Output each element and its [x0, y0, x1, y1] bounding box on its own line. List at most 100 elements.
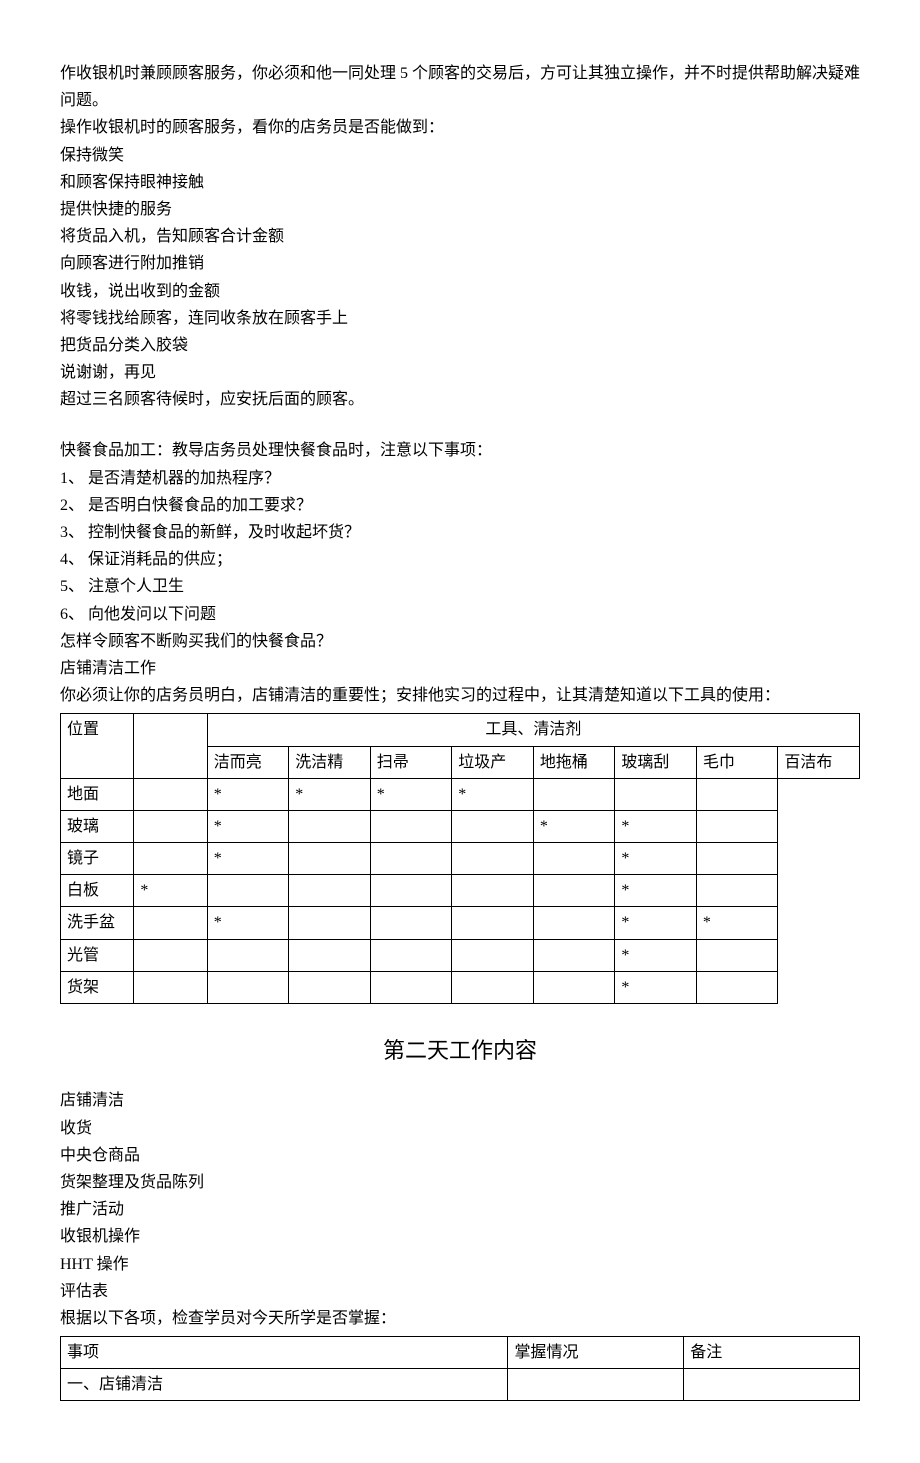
cell [134, 907, 207, 939]
cell [289, 907, 371, 939]
row-label: 货架 [61, 971, 134, 1003]
body-text: 保持微笑 [60, 142, 860, 169]
body-text: 把货品分类入胶袋 [60, 332, 860, 359]
cell: * [134, 875, 207, 907]
cell: * [207, 778, 289, 810]
list-item: 5、 注意个人卫生 [60, 573, 860, 600]
col-label: 毛巾 [696, 746, 778, 778]
cell [533, 971, 615, 1003]
cell [533, 907, 615, 939]
assessment-table: 事项 掌握情况 备注 一、店铺清洁 [60, 1336, 860, 1401]
cell: * [615, 939, 697, 971]
col-item: 事项 [61, 1337, 508, 1369]
cell [452, 971, 534, 1003]
row-label: 白板 [61, 875, 134, 907]
cell: * [615, 907, 697, 939]
table-row: 镜子 * * [61, 843, 860, 875]
body-text: 推广活动 [60, 1196, 860, 1223]
cell [696, 939, 778, 971]
cell [533, 939, 615, 971]
cell [134, 939, 207, 971]
list-item: 6、 向他发问以下问题 [60, 601, 860, 628]
cell [289, 939, 371, 971]
cell [370, 907, 452, 939]
col-label: 扫帚 [370, 746, 452, 778]
body-text: HHT 操作 [60, 1251, 860, 1278]
cell [533, 843, 615, 875]
cell [134, 778, 207, 810]
cell [696, 810, 778, 842]
body-text: 向顾客进行附加推销 [60, 250, 860, 277]
cell [684, 1369, 860, 1401]
col-position: 位置 [61, 714, 134, 778]
body-text: 货架整理及货品陈列 [60, 1169, 860, 1196]
cell: * [207, 907, 289, 939]
row-label: 镜子 [61, 843, 134, 875]
row-label: 光管 [61, 939, 134, 971]
cell: * [207, 843, 289, 875]
cell [134, 843, 207, 875]
body-text: 提供快捷的服务 [60, 196, 860, 223]
body-text: 中央仓商品 [60, 1142, 860, 1169]
body-text: 将货品入机，告知顾客合计金额 [60, 223, 860, 250]
body-text: 作收银机时兼顾顾客服务，你必须和他一同处理 5 个顾客的交易后，方可让其独立操作… [60, 60, 860, 114]
cell: * [696, 907, 778, 939]
col-status: 掌握情况 [508, 1337, 684, 1369]
cell [452, 939, 534, 971]
col-empty [134, 714, 207, 778]
body-text: 说谢谢，再见 [60, 359, 860, 386]
cell: * [533, 810, 615, 842]
cell [452, 843, 534, 875]
cell [452, 810, 534, 842]
cell: * [289, 778, 371, 810]
tools-table: 位置 工具、清洁剂 洁而亮 洗洁精 扫帚 垃圾产 地拖桶 玻璃刮 毛巾 百洁布 … [60, 713, 860, 1004]
cell: * [452, 778, 534, 810]
body-text: 怎样令顾客不断购买我们的快餐食品？ [60, 628, 860, 655]
col-label: 洁而亮 [207, 746, 289, 778]
cell [696, 778, 778, 810]
cell: * [207, 810, 289, 842]
col-label: 百洁布 [778, 746, 860, 778]
table-header-row: 事项 掌握情况 备注 [61, 1337, 860, 1369]
body-text: 操作收银机时的顾客服务，看你的店务员是否能做到： [60, 114, 860, 141]
body-text: 收钱，说出收到的金额 [60, 278, 860, 305]
table-row: 一、店铺清洁 [61, 1369, 860, 1401]
table-row: 洗手盆 * * * [61, 907, 860, 939]
col-label: 垃圾产 [452, 746, 534, 778]
cell [615, 778, 697, 810]
cell [452, 875, 534, 907]
section-heading: 第二天工作内容 [60, 1032, 860, 1069]
body-text: 评估表 [60, 1278, 860, 1305]
cell [533, 875, 615, 907]
body-text: 店铺清洁 [60, 1087, 860, 1114]
cell: * [615, 971, 697, 1003]
table-row: 光管 * [61, 939, 860, 971]
cell [207, 971, 289, 1003]
cell [370, 843, 452, 875]
list-item: 3、 控制快餐食品的新鲜，及时收起坏货？ [60, 519, 860, 546]
cell [289, 875, 371, 907]
table-row: 货架 * [61, 971, 860, 1003]
row-label: 玻璃 [61, 810, 134, 842]
list-item: 1、 是否清楚机器的加热程序？ [60, 465, 860, 492]
col-label: 玻璃刮 [615, 746, 697, 778]
cell: * [615, 875, 697, 907]
col-tools: 工具、清洁剂 [207, 714, 859, 746]
row-label: 地面 [61, 778, 134, 810]
cell [134, 971, 207, 1003]
body-text: 店铺清洁工作 [60, 655, 860, 682]
table-row: 玻璃 * * * [61, 810, 860, 842]
cell [508, 1369, 684, 1401]
cell [207, 939, 289, 971]
table-row: 地面 * * * * [61, 778, 860, 810]
cell [370, 971, 452, 1003]
col-label: 洗洁精 [289, 746, 371, 778]
cell [207, 875, 289, 907]
body-text: 收银机操作 [60, 1223, 860, 1250]
body-text: 和顾客保持眼神接触 [60, 169, 860, 196]
cell [370, 875, 452, 907]
body-text: 将零钱找给顾客，连同收条放在顾客手上 [60, 305, 860, 332]
body-text: 你必须让你的店务员明白，店铺清洁的重要性；安排他实习的过程中，让其清楚知道以下工… [60, 682, 860, 709]
cell [289, 971, 371, 1003]
col-remark: 备注 [684, 1337, 860, 1369]
